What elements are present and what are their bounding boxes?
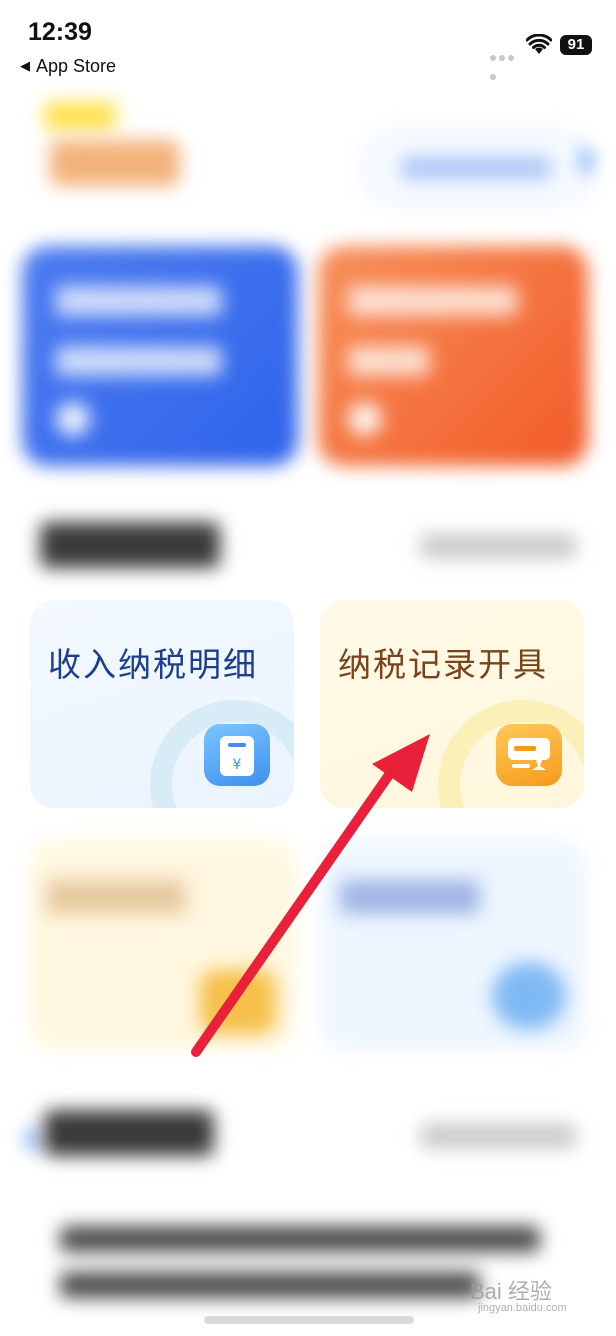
edge-marker: [582, 150, 590, 172]
signal-dots-icon: [490, 46, 524, 80]
section-more-link[interactable]: [420, 534, 576, 558]
wallet-yuan-icon: ¥: [204, 724, 270, 786]
service-icon: [200, 970, 276, 1034]
back-label: App Store: [36, 56, 117, 76]
card-title-placeholder: [340, 880, 480, 914]
wifi-icon: [526, 34, 552, 54]
back-triangle-icon: ◀: [20, 58, 30, 73]
back-to-app-store[interactable]: ◀ App Store: [20, 56, 116, 77]
promo-tag: [50, 140, 180, 186]
header-action-button[interactable]: [362, 130, 592, 206]
section-heading: [44, 1110, 214, 1156]
card-label: 纳税记录开具: [338, 645, 548, 684]
edge-marker: [28, 1128, 36, 1150]
certificate-stamp-icon: [496, 724, 562, 786]
service-icon: [492, 962, 566, 1030]
section-heading: [40, 522, 220, 568]
feature-card-blue[interactable]: [22, 246, 298, 466]
status-bar: 12:39 ◀ App Store 91: [0, 0, 616, 90]
battery-icon: 91: [560, 35, 592, 55]
home-indicator[interactable]: [204, 1316, 414, 1324]
tax-record-issue-card[interactable]: 纳税记录开具: [320, 600, 584, 808]
svg-text:¥: ¥: [233, 757, 242, 773]
section-more-link[interactable]: [420, 1124, 576, 1148]
card-label: 收入纳税明细: [48, 645, 258, 684]
watermark-url: jingyan.baidu.com: [478, 1302, 567, 1314]
status-time: 12:39: [28, 18, 92, 46]
card-title-placeholder: [46, 880, 186, 914]
promo-badge: [44, 102, 116, 130]
income-tax-detail-card[interactable]: 收入纳税明细 ¥: [30, 600, 294, 808]
feature-card-orange[interactable]: [318, 246, 588, 466]
